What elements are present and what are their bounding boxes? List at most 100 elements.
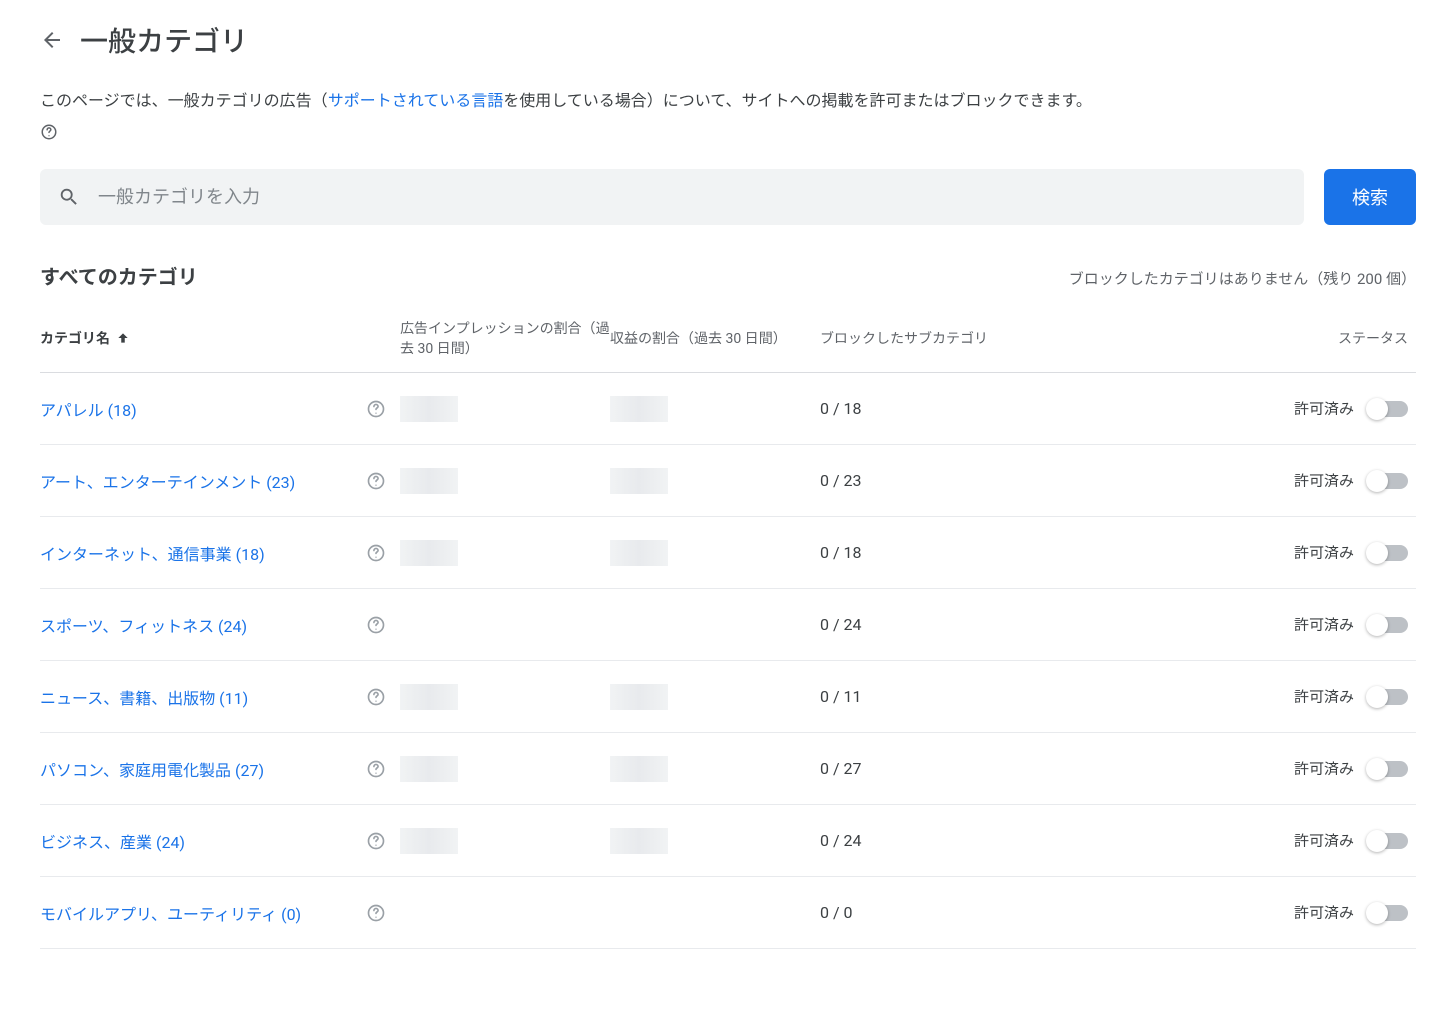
status-toggle[interactable] <box>1368 473 1408 489</box>
description-before: このページでは、一般カテゴリの広告（ <box>40 91 328 110</box>
row-help-icon[interactable] <box>366 903 386 923</box>
revenue-cell <box>610 540 820 566</box>
status-text: 許可済み <box>1294 902 1354 923</box>
redacted-value <box>400 540 458 566</box>
redacted-value <box>400 396 458 422</box>
redacted-value <box>610 684 668 710</box>
impressions-cell <box>400 468 610 494</box>
status-text: 許可済み <box>1294 614 1354 635</box>
status-toggle[interactable] <box>1368 401 1408 417</box>
category-name-cell: ニュース、書籍、出版物 (11) <box>40 685 400 709</box>
category-link[interactable]: モバイルアプリ、ユーティリティ (0) <box>40 901 301 925</box>
table-row: アート、エンターテインメント (23)0 / 23許可済み <box>40 445 1416 517</box>
sort-ascending-icon <box>116 331 130 345</box>
status-cell: 許可済み <box>1070 902 1416 923</box>
search-box[interactable] <box>40 169 1304 225</box>
category-name-cell: アパレル (18) <box>40 397 400 421</box>
category-link[interactable]: ビジネス、産業 (24) <box>40 829 185 853</box>
status-cell: 許可済み <box>1070 398 1416 419</box>
revenue-cell <box>610 684 820 710</box>
table-row: スポーツ、フィットネス (24) 0 / 24 許可済み <box>40 589 1416 661</box>
redacted-value <box>400 828 458 854</box>
column-header-impressions[interactable]: 広告インプレッションの割合（過去 30 日間） <box>400 318 610 358</box>
status-toggle[interactable] <box>1368 617 1408 633</box>
status-cell: 許可済み <box>1070 470 1416 491</box>
category-name-cell: パソコン、家庭用電化製品 (27) <box>40 757 400 781</box>
status-cell: 許可済み <box>1070 830 1416 851</box>
table-row: ビジネス、産業 (24) 0 / 24 許可済み <box>40 805 1416 877</box>
status-text: 許可済み <box>1294 470 1354 491</box>
row-help-icon[interactable] <box>366 399 386 419</box>
revenue-cell <box>610 468 820 494</box>
page-title: 一般カテゴリ <box>80 20 248 60</box>
table-row: アパレル (18) 0 / 18許可済み <box>40 373 1416 445</box>
redacted-value <box>610 396 668 422</box>
impressions-cell <box>400 396 610 422</box>
revenue-cell <box>610 756 820 782</box>
category-link[interactable]: ニュース、書籍、出版物 (11) <box>40 685 248 709</box>
redacted-value <box>610 468 668 494</box>
category-name-cell: モバイルアプリ、ユーティリティ (0) <box>40 901 400 925</box>
row-help-icon[interactable] <box>366 831 386 851</box>
column-header-name-label: カテゴリ名 <box>40 328 110 348</box>
status-toggle[interactable] <box>1368 689 1408 705</box>
status-text: 許可済み <box>1294 758 1354 779</box>
blocked-count-info: ブロックしたカテゴリはありません（残り 200 個） <box>1069 268 1416 289</box>
status-toggle[interactable] <box>1368 905 1408 921</box>
blocked-subcategories-cell: 0 / 11 <box>820 687 1070 706</box>
blocked-subcategories-cell: 0 / 24 <box>820 831 1070 850</box>
blocked-subcategories-cell: 0 / 0 <box>820 903 1070 922</box>
categories-table: カテゴリ名 広告インプレッションの割合（過去 30 日間） 収益の割合（過去 3… <box>40 308 1416 949</box>
category-name-cell: インターネット、通信事業 (18) <box>40 541 400 565</box>
back-arrow-icon[interactable] <box>40 28 64 52</box>
impressions-cell <box>400 540 610 566</box>
blocked-subcategories-cell: 0 / 24 <box>820 615 1070 634</box>
page-description: このページでは、一般カテゴリの広告（サポートされている言語を使用している場合）に… <box>40 88 1416 114</box>
category-link[interactable]: スポーツ、フィットネス (24) <box>40 613 247 637</box>
search-button[interactable]: 検索 <box>1324 169 1416 225</box>
category-link[interactable]: アパレル (18) <box>40 397 137 421</box>
column-header-status[interactable]: ステータス <box>1070 328 1416 348</box>
blocked-subcategories-cell: 0 / 27 <box>820 759 1070 778</box>
redacted-value <box>400 468 458 494</box>
supported-languages-link[interactable]: サポートされている言語 <box>328 91 504 110</box>
status-toggle[interactable] <box>1368 833 1408 849</box>
category-name-cell: スポーツ、フィットネス (24) <box>40 613 400 637</box>
blocked-subcategories-cell: 0 / 18 <box>820 543 1070 562</box>
redacted-value <box>610 828 668 854</box>
category-link[interactable]: アート、エンターテインメント (23) <box>40 469 295 493</box>
category-link[interactable]: インターネット、通信事業 (18) <box>40 541 265 565</box>
redacted-value <box>400 684 458 710</box>
table-row: モバイルアプリ、ユーティリティ (0) 0 / 0 許可済み <box>40 877 1416 949</box>
row-help-icon[interactable] <box>366 615 386 635</box>
redacted-value <box>610 756 668 782</box>
category-name-cell: ビジネス、産業 (24) <box>40 829 400 853</box>
row-help-icon[interactable] <box>366 543 386 563</box>
column-header-blocked-sub[interactable]: ブロックしたサブカテゴリ <box>820 328 1070 348</box>
impressions-cell <box>400 684 610 710</box>
column-header-revenue[interactable]: 収益の割合（過去 30 日間） <box>610 328 820 348</box>
status-cell: 許可済み <box>1070 758 1416 779</box>
status-text: 許可済み <box>1294 686 1354 707</box>
table-row: インターネット、通信事業 (18) 0 / 18 許可済み <box>40 517 1416 589</box>
category-link[interactable]: パソコン、家庭用電化製品 (27) <box>40 757 264 781</box>
all-categories-heading: すべてのカテゴリ <box>40 261 198 290</box>
blocked-subcategories-cell: 0 / 18 <box>820 399 1070 418</box>
status-cell: 許可済み <box>1070 614 1416 635</box>
status-toggle[interactable] <box>1368 761 1408 777</box>
status-text: 許可済み <box>1294 542 1354 563</box>
description-after: を使用している場合）について、サイトへの掲載を許可またはブロックできます。 <box>503 91 1092 110</box>
status-text: 許可済み <box>1294 830 1354 851</box>
row-help-icon[interactable] <box>366 759 386 779</box>
revenue-cell <box>610 828 820 854</box>
search-input[interactable] <box>98 187 1286 208</box>
row-help-icon[interactable] <box>366 687 386 707</box>
status-cell: 許可済み <box>1070 686 1416 707</box>
status-cell: 許可済み <box>1070 542 1416 563</box>
redacted-value <box>400 756 458 782</box>
description-help-icon[interactable] <box>40 123 58 141</box>
impressions-cell <box>400 828 610 854</box>
status-toggle[interactable] <box>1368 545 1408 561</box>
row-help-icon[interactable] <box>366 471 386 491</box>
column-header-name[interactable]: カテゴリ名 <box>40 328 400 348</box>
